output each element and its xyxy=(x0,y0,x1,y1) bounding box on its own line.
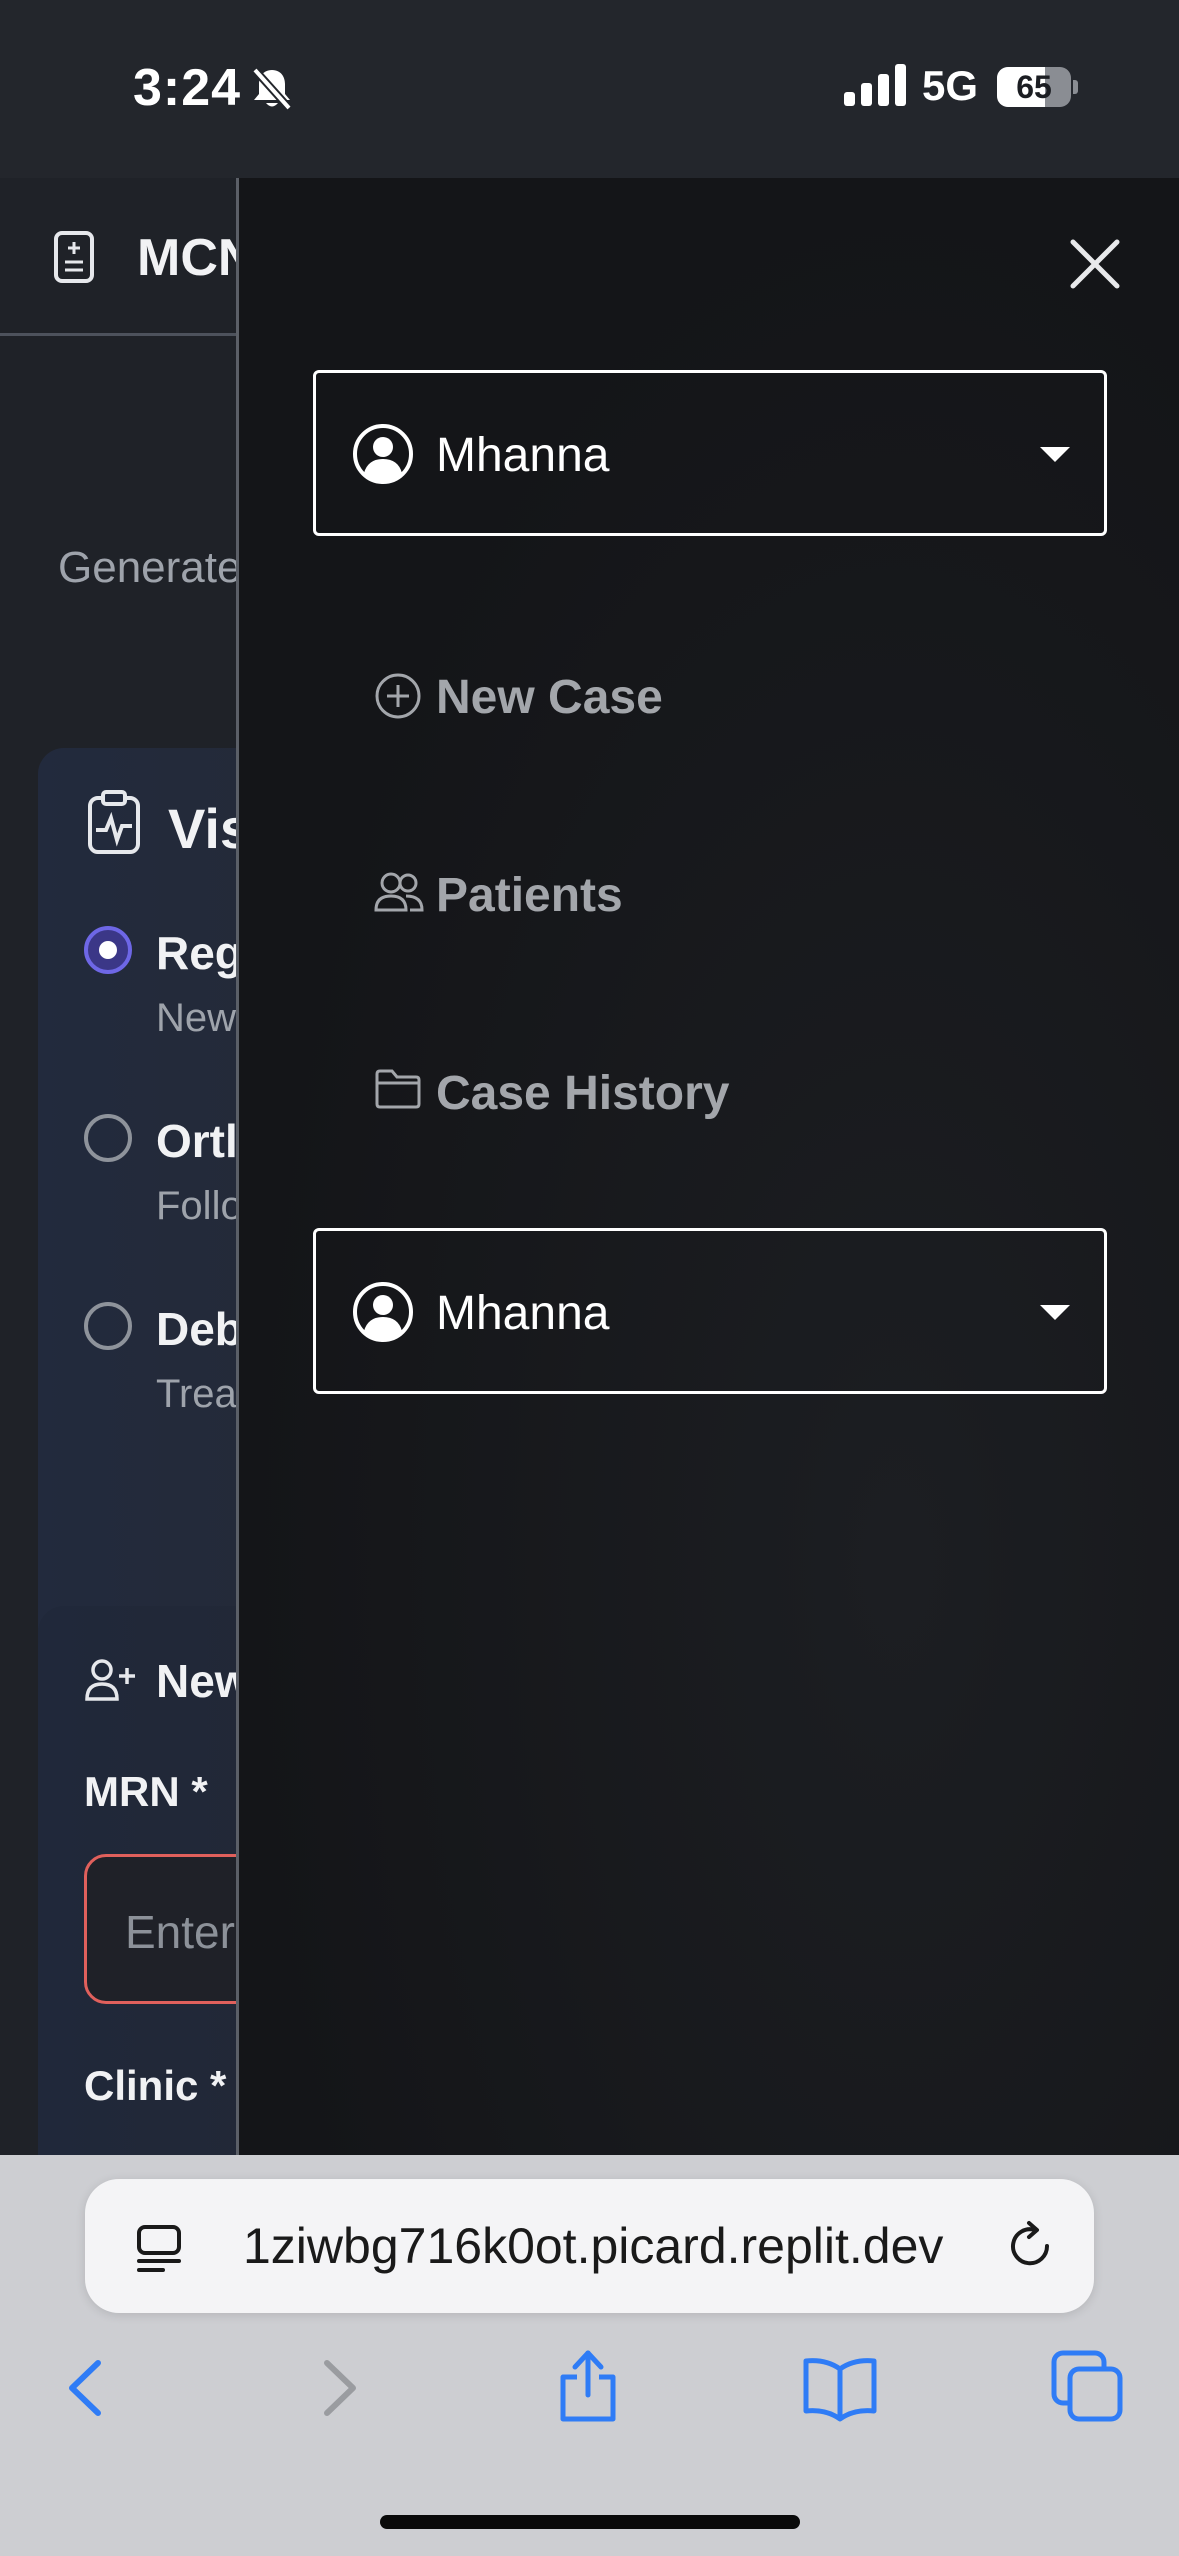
back-icon[interactable] xyxy=(60,2353,110,2428)
medical-document-icon xyxy=(53,230,95,289)
nav-item-label: Patients xyxy=(436,869,623,922)
share-icon[interactable] xyxy=(553,2345,623,2430)
reload-icon[interactable] xyxy=(1003,2219,1057,2278)
users-icon xyxy=(374,870,424,919)
user-select-top[interactable]: Mhanna xyxy=(313,370,1107,536)
plus-circle-icon xyxy=(374,672,422,725)
bookmarks-icon[interactable] xyxy=(800,2353,880,2428)
chevron-down-icon xyxy=(1040,447,1070,462)
clipboard-pulse-icon xyxy=(86,790,142,859)
battery-icon: 65 xyxy=(997,67,1078,107)
visit-option-subtitle: Follo xyxy=(156,1184,243,1228)
visit-option-title: Ortl xyxy=(156,1115,238,1167)
visit-option-debridement-radio[interactable] xyxy=(84,1302,132,1350)
chevron-down-icon xyxy=(1040,1305,1070,1320)
visit-option-subtitle: Trea xyxy=(156,1372,237,1416)
status-time: 3:24 xyxy=(133,59,242,117)
forward-icon[interactable] xyxy=(315,2353,365,2428)
battery-level: 65 xyxy=(1016,69,1052,105)
page-subtitle: Generate xyxy=(58,543,242,592)
user-plus-icon xyxy=(84,1658,136,1707)
clinic-label: Clinic * xyxy=(84,2062,227,2109)
visit-option-ortho-radio[interactable] xyxy=(84,1114,132,1162)
status-bar: 3:24 5G 65 xyxy=(0,0,1179,178)
visit-option-title: Deb xyxy=(156,1303,243,1355)
mrn-label: MRN * xyxy=(84,1768,208,1815)
close-icon[interactable] xyxy=(1059,228,1131,300)
visit-option-title: Reg xyxy=(156,927,243,979)
mrn-placeholder: Enter xyxy=(125,1906,235,1958)
silent-bell-icon xyxy=(250,66,294,117)
cellular-signal-icon xyxy=(844,64,908,111)
folder-icon xyxy=(374,1068,422,1115)
visit-option-regular-radio[interactable] xyxy=(84,926,132,974)
address-bar[interactable]: 1ziwbg716k0ot.picard.replit.dev xyxy=(85,2179,1094,2313)
nav-item-label: New Case xyxy=(436,671,663,724)
browser-toolbar: 1ziwbg716k0ot.picard.replit.dev xyxy=(0,2155,1179,2556)
navigation-drawer: Mhanna New Case Patients Case History Mh… xyxy=(236,178,1179,2155)
nav-item-label: Case History xyxy=(436,1067,730,1120)
url-text: 1ziwbg716k0ot.picard.replit.dev xyxy=(243,2218,944,2274)
user-select-bottom[interactable]: Mhanna xyxy=(313,1228,1107,1394)
user-avatar-icon xyxy=(352,423,414,490)
visit-option-subtitle: New xyxy=(156,996,237,1040)
tabs-icon[interactable] xyxy=(1050,2349,1124,2428)
page-menu-icon[interactable] xyxy=(133,2221,187,2280)
user-name: Mhanna xyxy=(436,429,610,482)
user-name: Mhanna xyxy=(436,1287,610,1340)
user-avatar-icon xyxy=(352,1281,414,1348)
network-type: 5G xyxy=(922,62,979,109)
home-indicator xyxy=(380,2515,800,2529)
